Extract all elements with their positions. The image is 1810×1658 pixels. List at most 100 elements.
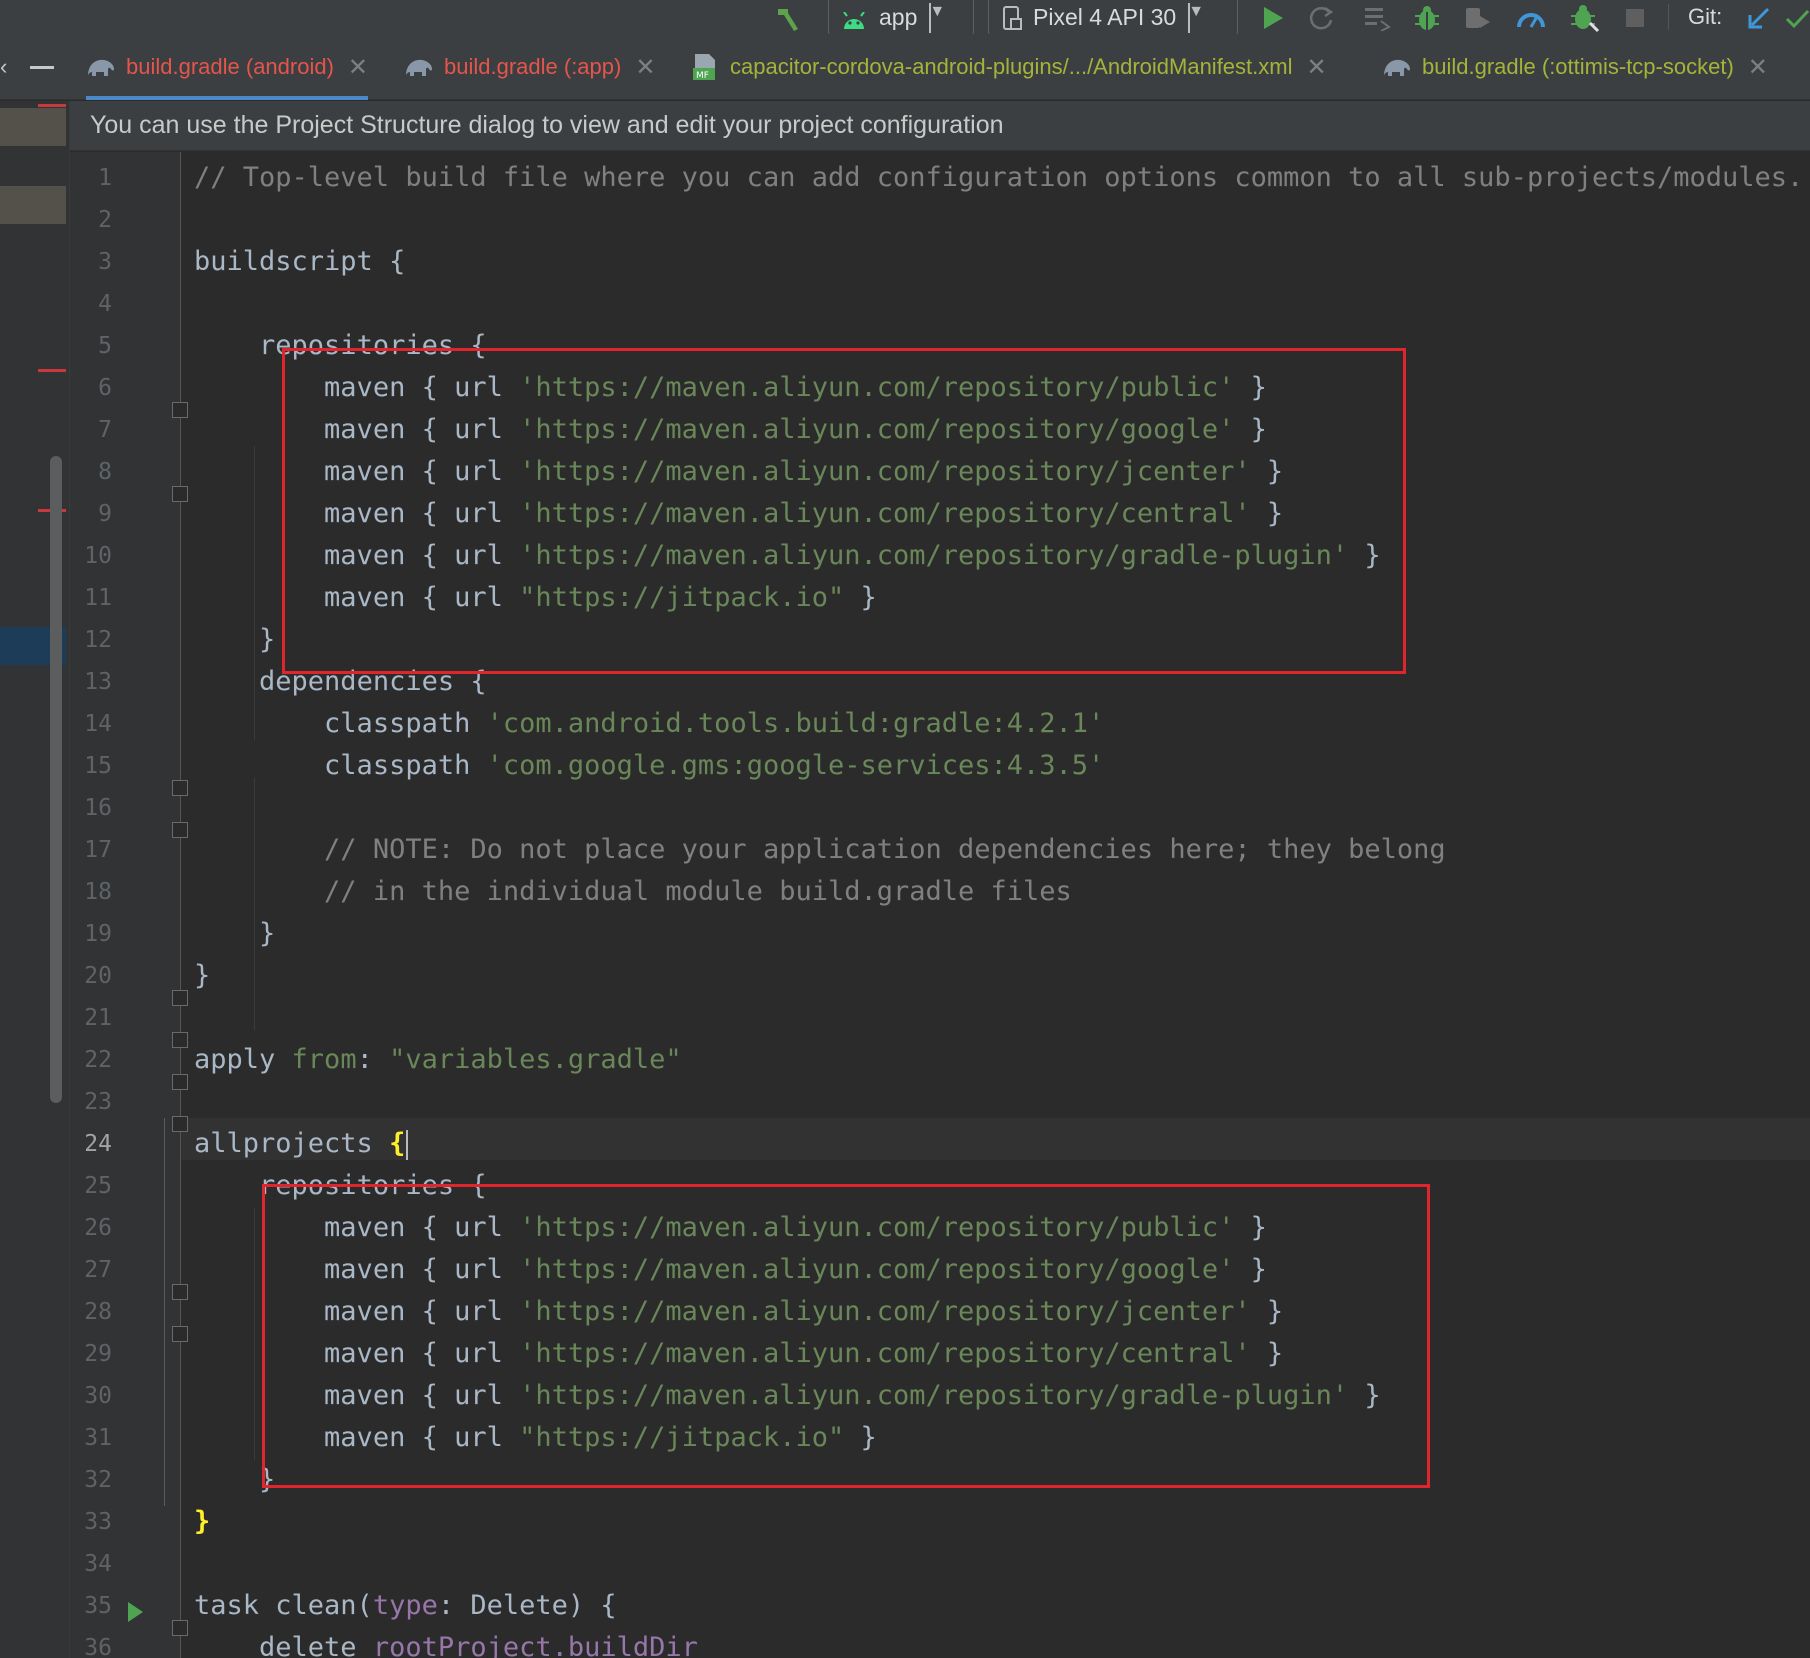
close-icon[interactable]: ✕ <box>635 53 655 82</box>
line-number: 5 <box>98 333 112 359</box>
device-select[interactable]: Pixel 4 API 30 ▼ <box>988 0 1238 36</box>
apply-code-changes-icon[interactable] <box>1362 3 1392 33</box>
code-line[interactable]: maven { url 'https://maven.aliyun.com/re… <box>194 1291 1283 1333</box>
code-line[interactable]: maven { url "https://jitpack.io" } <box>194 1417 877 1459</box>
code-token: 'https://maven.aliyun.com/repository/cen… <box>519 1338 1251 1369</box>
code-line[interactable]: maven { url "https://jitpack.io" } <box>194 577 877 619</box>
code-token: : Delete) { <box>437 1590 617 1621</box>
line-number: 30 <box>84 1383 112 1409</box>
code-token: // Top-level build file where you can ad… <box>194 162 1804 193</box>
fold-marker-icon[interactable] <box>172 822 188 838</box>
run-gutter-icon[interactable] <box>128 1602 143 1622</box>
fold-marker-icon[interactable] <box>172 1032 188 1048</box>
tab-scroll-left-icon[interactable]: ‹ <box>0 34 7 100</box>
attach-debugger-icon[interactable] <box>1462 3 1492 33</box>
tab-label: build.gradle (:ottimis-tcp-socket) <box>1422 54 1734 79</box>
banner-text: You can use the Project Structure dialog… <box>90 111 1004 139</box>
debug-app-icon[interactable] <box>1570 3 1600 33</box>
code-line[interactable]: maven { url 'https://maven.aliyun.com/re… <box>194 409 1267 451</box>
code-token: repositories { <box>259 330 487 361</box>
code-token: { <box>389 1128 406 1159</box>
code-token: } <box>1348 1380 1381 1411</box>
manifest-file-icon: MF <box>690 52 720 82</box>
tab-build-gradle-app[interactable]: build.gradle (:app) ✕ <box>404 34 655 100</box>
stop-icon[interactable] <box>1620 3 1650 33</box>
line-number: 23 <box>84 1089 112 1115</box>
code-line[interactable]: repositories { <box>194 1165 487 1207</box>
code-line[interactable]: maven { url 'https://maven.aliyun.com/re… <box>194 1375 1381 1417</box>
fold-marker-icon[interactable] <box>172 1074 188 1090</box>
code-editor[interactable]: 1 2 3 4 5 6 7 8 9 10 11 12 13 14 15 16 17 18 19 20 21 22 23 24 2… <box>70 152 1810 1658</box>
code-line[interactable]: classpath 'com.android.tools.build:gradl… <box>194 703 1104 745</box>
tab-build-gradle-ottimis[interactable]: build.gradle (:ottimis-tcp-socket) ✕ <box>1382 34 1768 100</box>
git-update-arrow-icon[interactable] <box>1744 3 1774 33</box>
line-number: 9 <box>98 501 112 527</box>
code-line[interactable]: } <box>194 913 275 955</box>
run-icon[interactable] <box>1258 3 1288 33</box>
code-line[interactable]: } <box>194 619 275 661</box>
fold-marker-icon[interactable] <box>172 1326 188 1342</box>
code-line[interactable]: maven { url 'https://maven.aliyun.com/re… <box>194 451 1283 493</box>
code-line[interactable]: maven { url 'https://maven.aliyun.com/re… <box>194 1333 1283 1375</box>
code-token: } <box>1250 498 1284 529</box>
android-icon <box>841 9 867 29</box>
code-line[interactable]: // NOTE: Do not place your application d… <box>194 829 1446 871</box>
code-line[interactable]: maven { url 'https://maven.aliyun.com/re… <box>194 1207 1267 1249</box>
fold-marker-icon[interactable] <box>172 780 188 796</box>
code-line[interactable]: maven { url 'https://maven.aliyun.com/re… <box>194 367 1267 409</box>
code-token: 'https://maven.aliyun.com/repository/pub… <box>519 372 1235 403</box>
line-number: 17 <box>84 837 112 863</box>
project-structure-banner[interactable]: You can use the Project Structure dialog… <box>70 101 1810 151</box>
line-number: 15 <box>84 753 112 779</box>
build-hammer-icon[interactable] <box>774 3 804 33</box>
line-number: 4 <box>98 291 112 317</box>
code-line[interactable]: classpath 'com.google.gms:google-service… <box>194 745 1104 787</box>
code-line[interactable]: } <box>194 1501 210 1543</box>
run-config-select[interactable]: app ▼ <box>828 0 974 36</box>
tab-build-gradle-android[interactable]: build.gradle (android) ✕ <box>86 34 369 100</box>
debug-bug-icon[interactable] <box>1412 3 1442 33</box>
error-stripe-mark <box>38 104 66 107</box>
code-token: 'https://maven.aliyun.com/repository/cen… <box>519 498 1251 529</box>
code-line[interactable]: dependencies { <box>194 661 487 703</box>
line-number: 16 <box>84 795 112 821</box>
fold-marker-icon[interactable] <box>172 486 188 502</box>
fold-marker-icon[interactable] <box>172 990 188 1006</box>
code-line[interactable]: buildscript { <box>194 241 405 283</box>
code-line[interactable]: maven { url 'https://maven.aliyun.com/re… <box>194 493 1283 535</box>
fold-marker-icon[interactable] <box>172 1284 188 1300</box>
code-line[interactable]: allprojects { <box>194 1123 409 1165</box>
code-line[interactable]: maven { url 'https://maven.aliyun.com/re… <box>194 1249 1267 1291</box>
code-token: from <box>291 1044 357 1075</box>
code-line[interactable]: task clean(type: Delete) { <box>194 1585 617 1627</box>
vertical-scrollbar[interactable] <box>50 456 62 1103</box>
fold-marker-icon[interactable] <box>172 402 188 418</box>
profiler-gauge-icon[interactable] <box>1516 3 1546 33</box>
code-line[interactable]: // Top-level build file where you can ad… <box>194 157 1803 199</box>
code-line[interactable]: apply from: "variables.gradle" <box>194 1039 682 1081</box>
code-line[interactable]: delete rootProject.buildDir <box>194 1627 698 1658</box>
code-line[interactable]: // in the individual module build.gradle… <box>194 871 1072 913</box>
fold-marker-icon[interactable] <box>172 1116 188 1132</box>
fold-marker-icon[interactable] <box>172 1620 188 1636</box>
code-token: buildscript { <box>194 246 406 277</box>
code-line[interactable]: } <box>194 955 210 997</box>
git-commit-check-icon[interactable] <box>1782 3 1810 33</box>
code-line[interactable]: maven { url 'https://maven.aliyun.com/re… <box>194 535 1381 577</box>
apply-changes-icon[interactable] <box>1306 3 1336 33</box>
code-token: maven { url <box>324 414 520 445</box>
code-token: 'https://maven.aliyun.com/repository/jce… <box>519 1296 1251 1327</box>
code-token: 'com.android.tools.build:gradle:4.2.1' <box>486 708 1105 739</box>
code-token: rootProject.buildDir <box>372 1632 698 1658</box>
tab-android-manifest[interactable]: MF capacitor-cordova-android-plugins/...… <box>690 34 1327 100</box>
close-icon[interactable]: ✕ <box>1306 53 1326 82</box>
code-line[interactable]: repositories { <box>194 325 487 367</box>
minimize-icon[interactable] <box>30 34 54 100</box>
code-line[interactable]: } <box>194 1459 275 1501</box>
close-icon[interactable]: ✕ <box>348 53 368 82</box>
close-icon[interactable]: ✕ <box>1748 53 1768 82</box>
